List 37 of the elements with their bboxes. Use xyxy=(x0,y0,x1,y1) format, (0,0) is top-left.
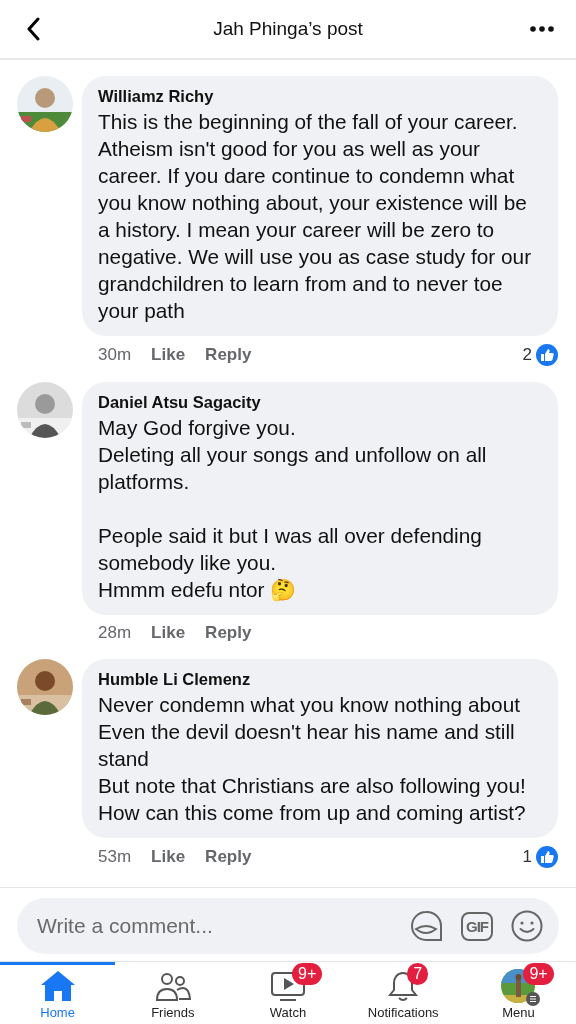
comment-text: May God forgive you. Deleting all your songs and unfollow on all platforms. People said it but I was all over defending somebody like you. Hmmm edefu ntor 🤔 xyxy=(98,415,488,603)
like-link[interactable]: Like xyxy=(151,847,186,867)
like-icon xyxy=(536,846,558,868)
reply-link[interactable]: Reply xyxy=(205,623,252,643)
like-icon xyxy=(536,344,558,366)
comment-time: 28m xyxy=(98,623,132,643)
emoji-icon[interactable] xyxy=(511,910,543,942)
reply-link[interactable]: Reply xyxy=(205,847,252,867)
back-icon[interactable] xyxy=(26,17,40,41)
comment-time: 53m xyxy=(98,847,132,867)
nav-tab[interactable]: 9+ Menu xyxy=(460,962,576,1024)
reply-link[interactable]: Reply xyxy=(205,345,252,365)
notification-badge: 9+ xyxy=(523,963,554,985)
more-icon[interactable] xyxy=(530,26,554,32)
comment-text: This is the beginning of the fall of your career. Atheism isn't good for you as well as your career. If you dare continue to condemn what you know nothing about, your existence will be a history. I mean your career will be zero to negative. We will use you as case study for our grandchildren to learn from and to never toe your path xyxy=(98,109,533,324)
comment-author: Daniel Atsu Sagacity xyxy=(98,393,262,412)
menu-icon xyxy=(526,992,541,1006)
comment-time: 30m xyxy=(98,345,132,365)
gif-button[interactable]: GIF xyxy=(461,911,493,941)
home-icon xyxy=(39,970,76,1002)
notification-badge: 7 xyxy=(407,963,429,985)
notification-badge: 9+ xyxy=(292,963,323,985)
nav-tab[interactable]: 7 Notifications xyxy=(345,962,461,1024)
comment-author: Williamz Richy xyxy=(98,87,215,106)
like-link[interactable]: Like xyxy=(151,345,186,365)
like-link[interactable]: Like xyxy=(151,623,186,643)
sticker-icon[interactable] xyxy=(409,909,443,943)
nav-tab[interactable]: 9+ Watch xyxy=(230,962,346,1024)
reaction-count: 1 xyxy=(522,847,532,867)
friends-icon xyxy=(154,970,191,1002)
comment-text: Never condemn what you know nothing about Even the devil doesn't hear his name and still stand But note that Christians are also following you! How can this come from up and coming artist? xyxy=(98,692,527,826)
reaction-count: 2 xyxy=(522,345,532,365)
page-title: Jah Phinga’s post xyxy=(213,18,363,40)
comment-field[interactable]: Write a comment... GIF xyxy=(17,898,559,954)
nav-tab[interactable]: Friends xyxy=(115,962,231,1024)
nav-tab[interactable]: Home xyxy=(0,962,116,1024)
comment-author: Humble Li Clemenz xyxy=(98,670,252,689)
